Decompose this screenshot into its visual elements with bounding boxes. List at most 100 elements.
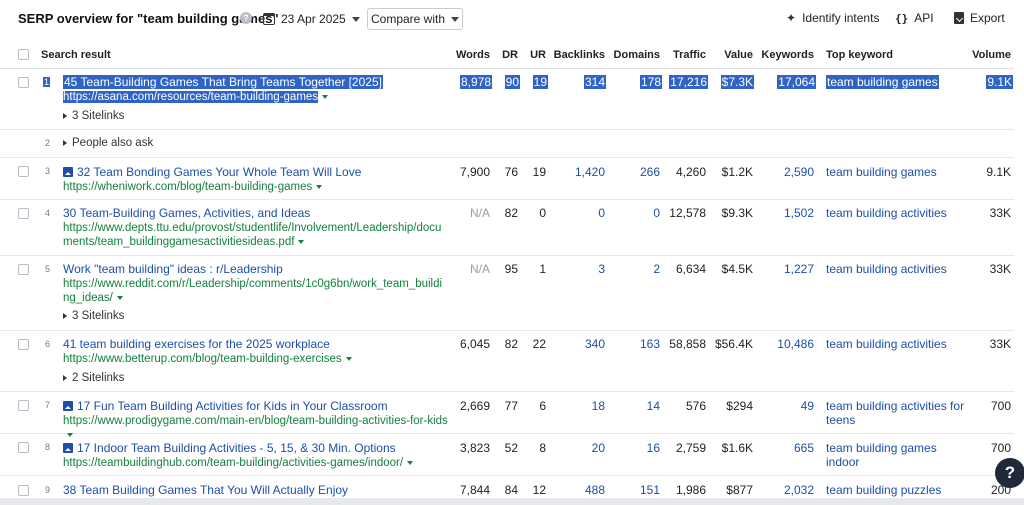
table-row: 2 People also ask [0,130,1014,158]
keywords-link[interactable]: 17,064 [777,75,816,89]
url-dropdown-icon[interactable] [316,184,323,189]
domains-link[interactable]: 163 [610,337,660,351]
value-value: $1.2K [721,165,753,179]
keywords-link[interactable]: 2,590 [760,165,814,179]
col-words[interactable]: Words [452,49,490,61]
result-url-link[interactable]: https://www.betterup.com/blog/team-build… [63,352,448,366]
top-keyword-link[interactable]: team building puzzles [826,483,966,497]
col-keywords[interactable]: Keywords [760,49,814,61]
top-keyword-link[interactable]: team building activities [826,337,966,351]
traffic-value: 576 [685,399,706,413]
result-title-link[interactable]: 30 Team-Building Games, Activities, and … [63,206,310,220]
domains-link[interactable]: 14 [610,399,660,413]
traffic-value: 4,260 [675,165,706,179]
result-title-link[interactable]: 17 Fun Team Building Activities for Kids… [63,399,388,413]
ur-value: 12 [532,483,546,497]
horizontal-scrollbar[interactable] [0,498,1024,505]
keywords-link[interactable]: 2,032 [760,483,814,497]
row-checkbox[interactable] [18,166,29,177]
result-title-link[interactable]: 17 Indoor Team Building Activities - 5, … [63,441,396,455]
export-button[interactable]: Export [954,11,1005,25]
dr-value: 76 [504,165,518,179]
select-all-checkbox[interactable] [18,49,29,60]
top-keyword-link[interactable]: team building games indoor [826,441,966,469]
result-url-text: https://wheniwork.com/blog/team-building… [63,181,313,193]
help-chat-button[interactable]: ? [995,458,1024,488]
url-dropdown-icon[interactable] [298,239,305,244]
result-url-link[interactable]: https://www.reddit.com/r/Leadership/comm… [63,277,448,305]
top-keyword-link[interactable]: team building activities [826,262,966,276]
row-checkbox[interactable] [18,442,29,453]
url-dropdown-icon[interactable] [345,356,352,361]
backlinks-link[interactable]: 314 [583,75,606,89]
keywords-link[interactable]: 665 [760,441,814,455]
result-url-link[interactable]: https://teambuildinghub.com/team-buildin… [63,456,448,470]
col-domains[interactable]: Domains [610,49,660,61]
sitelinks-toggle[interactable]: 3 Sitelinks [63,110,124,122]
col-top-keyword[interactable]: Top keyword [826,49,893,61]
result-title-link[interactable]: 32 Team Bonding Games Your Whole Team Wi… [63,165,361,179]
url-dropdown-icon[interactable] [322,94,329,99]
url-dropdown-icon[interactable] [116,295,123,300]
domains-link[interactable]: 2 [610,262,660,276]
backlinks-link[interactable]: 488 [552,483,605,497]
result-title-link[interactable]: Work "team building" ideas : r/Leadershi… [63,262,283,276]
top-keyword-link[interactable]: team building activities [826,206,966,220]
result-url-link[interactable]: https://asana.com/resources/team-buildin… [63,91,319,103]
date-picker[interactable]: 23 Apr 2025 [263,10,360,28]
top-keyword-link[interactable]: team building activities for teens [826,399,966,427]
backlinks-link[interactable]: 20 [552,441,605,455]
domains-link[interactable]: 178 [639,75,662,89]
top-keyword-link[interactable]: team building games [826,165,966,179]
result-title-link[interactable]: 45 Team-Building Games That Bring Teams … [63,75,383,89]
col-search-result[interactable]: Search result [41,49,111,61]
col-value[interactable]: Value [716,49,753,61]
backlinks-link[interactable]: 340 [552,337,605,351]
row-checkbox[interactable] [18,400,29,411]
keywords-link[interactable]: 49 [760,399,814,413]
row-checkbox[interactable] [18,485,29,496]
value-value: $1.6K [721,441,753,455]
identify-intents-button[interactable]: ✦ Identify intents [786,11,879,25]
people-also-ask-toggle[interactable]: People also ask [63,137,153,149]
volume-value: 9.1K [986,165,1011,179]
keywords-link[interactable]: 1,502 [760,206,814,220]
sparkle-icon: ✦ [786,11,797,25]
sitelinks-toggle[interactable]: 3 Sitelinks [63,310,124,322]
row-checkbox[interactable] [18,339,29,350]
compare-with-dropdown[interactable]: Compare with [367,8,463,30]
sitelinks-toggle[interactable]: 2 Sitelinks [63,372,124,384]
backlinks-link[interactable]: 3 [552,262,605,276]
domains-link[interactable]: 266 [610,165,660,179]
backlinks-link[interactable]: 18 [552,399,605,413]
row-checkbox[interactable] [18,208,29,219]
domains-link[interactable]: 0 [610,206,660,220]
backlinks-link[interactable]: 0 [552,206,605,220]
col-volume[interactable]: Volume [965,49,1011,61]
traffic-value: 6,634 [675,262,706,276]
result-title-link[interactable]: 38 Team Building Games That You Will Act… [63,483,348,497]
col-ur[interactable]: UR [524,49,546,61]
result-url-text: https://www.betterup.com/blog/team-build… [63,353,342,365]
ur-value: 0 [539,206,546,220]
url-dropdown-icon[interactable] [407,460,414,465]
top-keyword-link[interactable]: team building games [826,75,939,89]
table-row: 8 17 Indoor Team Building Activities - 5… [0,434,1014,476]
result-url-link[interactable]: https://wheniwork.com/blog/team-building… [63,180,448,194]
backlinks-link[interactable]: 1,420 [552,165,605,179]
domains-link[interactable]: 16 [610,441,660,455]
help-icon[interactable]: ? [240,12,252,24]
result-url-link[interactable]: https://www.depts.ttu.edu/provost/studen… [63,221,448,249]
keywords-link[interactable]: 1,227 [760,262,814,276]
keywords-link[interactable]: 10,486 [760,337,814,351]
col-backlinks[interactable]: Backlinks [552,49,605,61]
col-dr[interactable]: DR [496,49,518,61]
result-title-link[interactable]: 41 team building exercises for the 2025 … [63,337,330,351]
row-checkbox[interactable] [18,264,29,275]
api-button[interactable]: {} API [895,11,934,25]
domains-link[interactable]: 151 [610,483,660,497]
row-number: 9 [44,485,50,495]
row-checkbox[interactable] [18,77,29,88]
volume-value: 33K [989,206,1011,220]
col-traffic[interactable]: Traffic [668,49,706,61]
